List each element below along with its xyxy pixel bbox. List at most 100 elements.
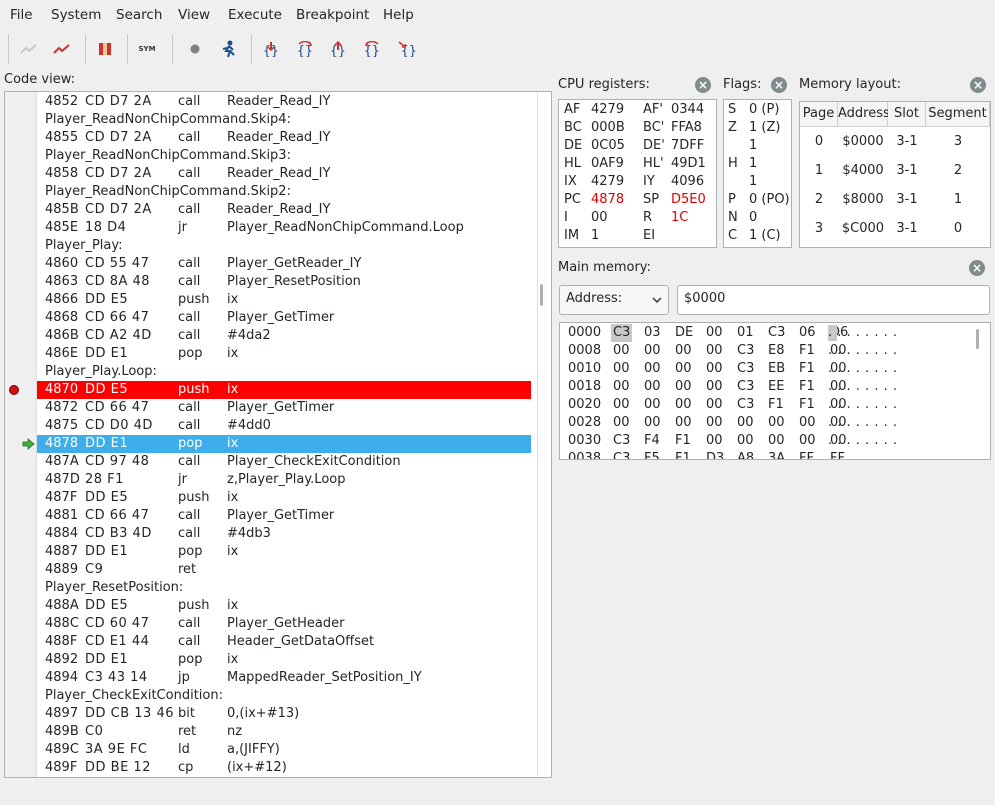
memory-byte[interactable]: C3 [737,378,754,396]
memory-byte[interactable]: F1 [799,396,815,414]
menu-system[interactable]: System [51,7,101,23]
step-over-icon[interactable]: {} [291,35,319,63]
memory-byte[interactable]: F1 [799,378,815,396]
code-label-line[interactable]: Player_ReadNonChipCommand.Skip2: [37,183,531,201]
code-line[interactable]: 4878 DD E1 pop ix [37,435,531,453]
memory-ascii[interactable]: . . . . . . . . [828,360,898,378]
memory-byte[interactable]: 00 [613,360,630,378]
code-line[interactable]: 4897 DD CB 13 46 bit 0,(ix+#13) [37,705,531,723]
memory-layout-header[interactable]: Page [800,102,838,127]
memory-byte[interactable]: 00 [706,414,723,432]
code-view[interactable]: 4852 CD D7 2A call Reader_Read_IY Player_Rea… [4,91,552,778]
code-line[interactable]: 4894 C3 43 14 jp MappedReader_SetPosition_I… [37,669,531,687]
flag-value[interactable]: 0 [749,210,757,225]
symbols-icon[interactable]: SYM [133,35,161,63]
code-label-line[interactable]: Player_Play.Loop: [37,363,531,381]
memory-byte[interactable]: 00 [737,414,754,432]
menu-view[interactable]: View [178,7,210,23]
memory-byte[interactable]: F1 [768,396,784,414]
memory-byte[interactable]: 00 [799,414,816,432]
flag-value[interactable]: 0 (P) [749,102,779,117]
code-line[interactable]: 4866 DD E5 push ix [37,291,531,309]
menu-file[interactable]: File [10,7,33,23]
code-line[interactable]: 488C CD 60 47 call Player_GetHeader [37,615,531,633]
code-label-line[interactable]: Player_CheckExitCondition: [37,687,531,705]
code-scrollbar[interactable] [536,92,550,777]
memory-byte[interactable]: 00 [706,342,723,360]
memory-byte[interactable]: EE [768,378,784,396]
memory-byte[interactable]: D3 [706,450,724,459]
memory-byte[interactable]: 00 [737,432,754,450]
code-line[interactable]: 4892 DD E1 pop ix [37,651,531,669]
memory-byte[interactable]: F1 [799,342,815,360]
reg-value[interactable]: 00 [591,210,608,225]
flag-value[interactable]: 1 (C) [749,228,781,243]
memory-byte[interactable]: C3 [611,324,633,342]
reg-value[interactable]: 000B [591,120,625,135]
step-out-icon[interactable]: {} [324,35,352,63]
code-line[interactable]: 489B C0 ret nz [37,723,531,741]
memory-byte[interactable]: EB [768,360,785,378]
memory-byte[interactable]: 00 [644,342,661,360]
code-line[interactable]: 4881 CD 66 47 call Player_GetTimer [37,507,531,525]
cpu-registers-table[interactable]: AF 4279 AF' 0344 BC 000B BC' FFA8 DE 0C05 DE' 7DFF H… [558,99,717,248]
pause-icon[interactable] [91,35,119,63]
code-line[interactable]: 485E 18 D4 jr Player_ReadNonChipCommand.Loo… [37,219,531,237]
code-label-line[interactable]: Player_ResetPosition: [37,579,531,597]
code-line[interactable]: 4860 CD 55 47 call Player_GetReader_IY [37,255,531,273]
reg-value[interactable]: FFA8 [671,120,702,135]
code-line[interactable]: 4870 DD E5 push ix [37,381,531,399]
memory-ascii[interactable]: . . . . . . . . [828,324,898,342]
close-cpu-registers-icon[interactable]: × [695,77,711,93]
memory-byte[interactable]: 00 [613,342,630,360]
code-line[interactable]: 4872 CD 66 47 call Player_GetTimer [37,399,531,417]
memory-byte[interactable]: E8 [768,342,785,360]
reg-value[interactable]: 1 [591,228,599,243]
memory-byte[interactable]: 03 [644,324,661,342]
code-line[interactable]: 4868 CD 66 47 call Player_GetTimer [37,309,531,327]
breakpoint-gutter[interactable] [5,92,37,777]
code-line[interactable]: 489F DD BE 12 cp (ix+#12) [37,759,531,777]
memory-layout-header[interactable]: Address [838,102,890,127]
code-line[interactable]: 488F CD E1 44 call Header_GetDataOffset [37,633,531,651]
breakpoint-marker-icon[interactable] [9,385,19,395]
memory-layout-table[interactable]: Page Address Slot Segment 0 $0000 3-1 3 1 $4000 3-… [799,101,991,248]
reg-value[interactable]: 7DFF [671,138,704,153]
memory-byte[interactable]: F1 [675,432,691,450]
close-main-memory-icon[interactable]: × [969,260,985,276]
memory-byte[interactable]: 00 [644,414,661,432]
memory-byte[interactable]: 3A [768,450,785,459]
step-back-icon[interactable]: {} [358,35,386,63]
memory-byte[interactable]: F5 [644,450,660,459]
memory-byte[interactable]: 00 [706,324,723,342]
code-line[interactable]: 4875 CD D0 4D call #4dd0 [37,417,531,435]
memory-byte[interactable]: 06 [799,324,816,342]
code-line[interactable]: 485B CD D7 2A call Reader_Read_IY [37,201,531,219]
memory-hex-view[interactable]: 0000 C3 03 DE 00 01 C3 06 D6. . . . . . . . 0008 0… [559,322,991,460]
memory-byte[interactable]: 00 [613,414,630,432]
memory-byte[interactable]: F1 [675,450,691,459]
menu-help[interactable]: Help [383,7,414,23]
memory-byte[interactable]: 00 [768,414,785,432]
code-line[interactable]: 489C 3A 9E FC ld a,(JIFFY) [37,741,531,759]
code-line[interactable]: 486E DD E1 pop ix [37,345,531,363]
reg-value[interactable]: 4279 [591,174,624,189]
code-label-line[interactable]: Player_ReadNonChipCommand.Skip4: [37,111,531,129]
menu-execute[interactable]: Execute [228,7,282,23]
code-label-line[interactable]: Player_ReadNonChipCommand.Skip3: [37,147,531,165]
run-icon[interactable] [215,35,243,63]
close-flags-icon[interactable]: × [771,77,787,93]
reg-value[interactable]: 0AF9 [591,156,624,171]
memory-byte[interactable]: 00 [644,360,661,378]
code-label-line[interactable]: Player_Play: [37,237,531,255]
memory-byte[interactable]: 00 [706,396,723,414]
flag-value[interactable]: 1 [749,174,757,189]
memory-byte[interactable]: 00 [675,414,692,432]
memory-byte[interactable]: C3 [737,396,754,414]
memory-byte[interactable]: 00 [706,360,723,378]
memory-byte[interactable]: F1 [799,360,815,378]
memory-byte[interactable]: C3 [768,324,785,342]
code-line[interactable]: 488A DD E5 push ix [37,597,531,615]
reg-value[interactable]: 4279 [591,102,624,117]
memory-byte[interactable]: F4 [644,432,660,450]
